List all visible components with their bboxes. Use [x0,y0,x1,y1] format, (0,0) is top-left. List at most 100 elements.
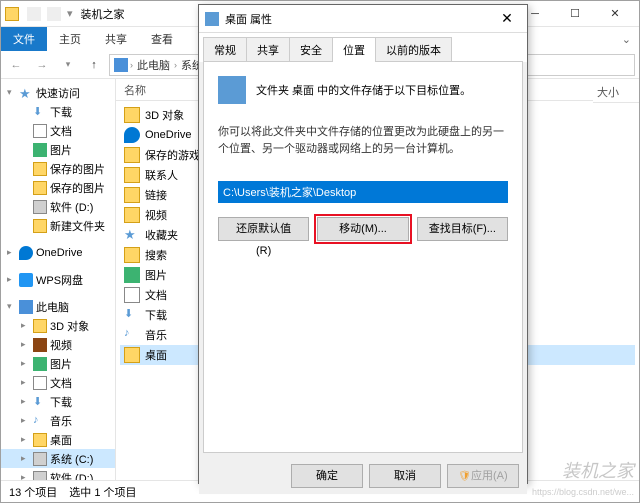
shield-icon: 🛡 [458,471,471,482]
sidebar-item[interactable]: ▸WPS网盘 [1,270,115,289]
list-item-label: 收藏夹 [145,227,178,243]
desktop-large-icon [218,76,246,104]
doc-icon [33,376,47,390]
sidebar-item[interactable] [1,262,115,270]
path-input[interactable] [218,181,508,203]
dialog-close-button[interactable]: ✕ [493,10,521,27]
tab-home[interactable]: 主页 [47,27,93,51]
tab-share[interactable]: 共享 [93,27,139,51]
description-text: 你可以将此文件夹中文件存储的位置更改为此硬盘上的另一个位置、另一个驱动器或网络上… [218,124,508,157]
expand-icon[interactable]: ▸ [21,453,30,464]
qat-dropdown-icon[interactable]: ▾ [67,7,73,21]
ok-button[interactable]: 确定 [291,464,363,488]
sidebar-item[interactable]: ▾★快速访问 [1,83,115,102]
expand-icon[interactable]: ▾ [7,301,16,312]
sidebar-item[interactable]: ▸ 3D 对象 [1,316,115,335]
expand-icon[interactable]: ▸ [7,274,16,285]
info-text: 文件夹 桌面 中的文件存储于以下目标位置。 [256,82,471,98]
tab-share[interactable]: 共享 [246,37,290,62]
sidebar-item[interactable]: ▸⬇下载 [1,392,115,411]
sidebar-item-label: 图片 [50,142,72,158]
sidebar-item[interactable]: ▾ 此电脑 [1,297,115,316]
pc-icon [19,300,33,314]
expand-icon[interactable]: ▸ [21,415,30,426]
sidebar-item[interactable]: ▸桌面 [1,430,115,449]
expand-icon[interactable]: ▸ [21,358,30,369]
chevron-right-icon[interactable]: › [130,60,133,70]
sidebar-item[interactable]: ▸视频 [1,335,115,354]
apply-button[interactable]: 🛡应用(A) [447,464,519,488]
doc-icon [33,124,47,138]
expand-icon[interactable]: ▸ [21,377,30,388]
tab-general[interactable]: 常规 [203,37,247,62]
folder-icon [33,319,47,333]
dialog-footer: 确定 取消 🛡应用(A) [199,458,527,494]
expand-icon[interactable]: ▸ [21,320,30,331]
sidebar-item[interactable]: ▸OneDrive [1,243,115,262]
expand-icon[interactable]: ▸ [21,396,30,407]
pic-icon [33,143,47,157]
sidebar-item-label: 保存的图片 [50,180,105,196]
folder-icon [33,433,47,447]
close-button[interactable]: ✕ [595,1,635,27]
dialog-titlebar: 桌面 属性 ✕ [199,5,527,33]
chevron-right-icon[interactable]: › [174,60,177,70]
sidebar-item-label: 此电脑 [36,299,69,315]
expand-icon[interactable]: ▸ [21,339,30,350]
forward-button[interactable]: → [31,54,53,76]
restore-default-button[interactable]: 还原默认值(R) [218,217,309,241]
onedrive-icon [19,246,33,260]
sidebar-item[interactable]: ▸软件 (D:) [1,468,115,480]
sidebar-item-label: 3D 对象 [50,318,89,334]
sidebar-item[interactable] [1,235,115,243]
pc-icon [114,58,128,72]
sidebar-item[interactable] [1,289,115,297]
music-icon: ♪ [124,327,140,343]
sidebar-item[interactable]: 保存的图片 [1,159,115,178]
back-button[interactable]: ← [5,54,27,76]
maximize-button[interactable]: ☐ [555,1,595,27]
sidebar-item[interactable]: ▸♪音乐 [1,411,115,430]
move-button[interactable]: 移动(M)... [317,217,408,241]
tab-location[interactable]: 位置 [332,37,376,62]
folder-icon [124,247,140,263]
column-header-size[interactable]: 大小 [593,81,639,103]
expand-icon[interactable]: ▸ [21,434,30,445]
find-target-button[interactable]: 查找目标(F)... [417,217,508,241]
list-item-label: 下载 [145,307,167,323]
cancel-button[interactable]: 取消 [369,464,441,488]
sidebar-item[interactable]: 图片 [1,140,115,159]
expand-icon[interactable]: ▾ [7,87,16,98]
tab-view[interactable]: 查看 [139,27,185,51]
list-item-label: 保存的游戏 [145,147,200,163]
ribbon-expand-icon[interactable]: ⌄ [622,33,631,46]
list-item-label: 桌面 [145,347,167,363]
list-item-label: 音乐 [145,327,167,343]
tab-security[interactable]: 安全 [289,37,333,62]
qat-item[interactable] [27,7,41,21]
sidebar-item[interactable]: ▸图片 [1,354,115,373]
recent-dropdown-icon[interactable]: ▾ [57,54,79,76]
status-selected: 选中 1 个项目 [69,484,136,500]
list-item-label: 文档 [145,287,167,303]
desktop-icon [205,12,219,26]
expand-icon[interactable]: ▸ [21,472,30,480]
folder-icon [124,207,140,223]
tab-file[interactable]: 文件 [1,27,47,51]
sidebar-item[interactable]: 软件 (D:) [1,197,115,216]
sidebar-item[interactable]: 文档 [1,121,115,140]
dialog-title: 桌面 属性 [225,11,493,27]
sidebar-item-label: 快速访问 [36,85,80,101]
folder-icon [33,181,47,195]
download-icon: ⬇ [124,307,140,323]
sidebar-item[interactable]: 保存的图片 [1,178,115,197]
sidebar-item[interactable]: ⬇下载 [1,102,115,121]
sidebar-item[interactable]: ▸文档 [1,373,115,392]
expand-icon[interactable]: ▸ [7,247,16,258]
tab-previous[interactable]: 以前的版本 [375,37,452,62]
sidebar-item[interactable]: ▸系统 (C:) [1,449,115,468]
up-button[interactable]: ↑ [83,54,105,76]
sidebar-item[interactable]: 新建文件夹 [1,216,115,235]
qat-item[interactable] [47,7,61,21]
breadcrumb-segment[interactable]: 此电脑 [135,57,172,73]
